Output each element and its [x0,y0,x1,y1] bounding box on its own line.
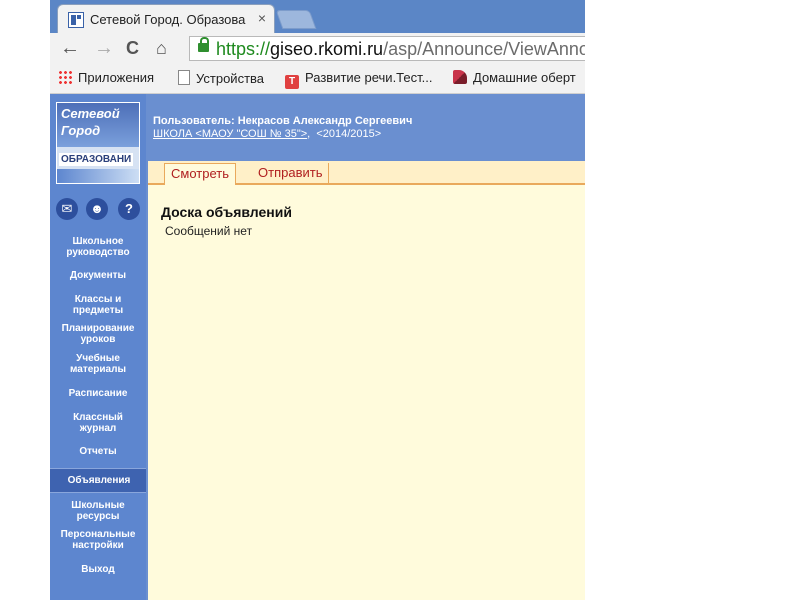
new-tab-button[interactable] [275,10,317,29]
tab-title: Сетевой Город. Образова [90,12,246,27]
sidebar: Сетевой Город ОБРАЗОВАНИ ✉ ☻ ? Школьное … [50,94,148,600]
home-button[interactable]: ⌂ [156,37,167,59]
help-icon[interactable]: ? [118,198,140,220]
sidebar-item-classes-subjects[interactable]: Классы и предметы [58,294,138,316]
lock-icon [198,37,209,52]
school-line: ШКОЛА <МАОУ "СОШ № 35">, <2014/2015> [153,128,382,140]
address-bar[interactable]: https://giseo.rkomi.ru/asp/Announce/View… [189,36,585,61]
sidebar-item-lesson-planning[interactable]: Планирование уроков [52,323,144,345]
apps-grid-icon [58,70,72,84]
tab-view[interactable]: Смотреть [164,163,236,185]
browser-toolbar: ← → C ⌂ https://giseo.rkomi.ru/asp/Annou… [50,33,585,64]
tab-strip: Сетевой Город. Образова × [50,0,585,33]
sidebar-item-reports[interactable]: Отчеты [50,446,146,457]
sidebar-item-learning-materials[interactable]: Учебные материалы [58,353,138,375]
back-button[interactable]: ← [60,37,80,59]
sidebar-divider [146,161,148,600]
sidebar-icons: ✉ ☻ ? [56,198,144,222]
sidebar-item-announcements[interactable]: Объявления [50,468,148,493]
users-icon[interactable]: ☻ [86,198,108,220]
bookmarks-bar: Приложения Устройства T Развитие речи.Тес… [50,64,585,94]
sidebar-item-schedule[interactable]: Расписание [50,388,146,399]
bookmark-speech-test[interactable]: T Развитие речи.Тест... [285,70,432,89]
sidebar-item-school-management[interactable]: Школьное руководство [54,236,142,258]
empty-message: Сообщений нет [165,224,253,238]
url-text: https://giseo.rkomi.ru/asp/Announce/View… [216,39,585,59]
shoe-icon [453,70,467,84]
content-tabs: Смотреть Отправить [148,161,585,185]
sidebar-item-school-resources[interactable]: Школьные ресурсы [58,500,138,522]
browser-tab[interactable]: Сетевой Город. Образова × [57,4,275,33]
reload-button[interactable]: C [126,37,139,59]
sidebar-item-class-journal[interactable]: Классный журнал [63,412,133,434]
bookmark-apps[interactable]: Приложения [58,70,154,85]
page-title: Доска объявлений [161,204,292,220]
sidebar-item-documents[interactable]: Документы [50,270,146,281]
user-name: Пользователь: Некрасов Александр Сергеев… [153,115,413,127]
bookmark-home-wrappers[interactable]: Домашние оберт [453,70,576,85]
logo[interactable]: Сетевой Город ОБРАЗОВАНИ [56,102,140,184]
sidebar-item-personal-settings[interactable]: Персональные настройки [51,529,145,551]
school-link[interactable]: ШКОЛА <МАОУ "СОШ № 35"> [153,128,307,140]
t-logo-icon: T [285,75,299,89]
page-content: Пользователь: Некрасов Александр Сергеев… [50,94,585,600]
close-tab-icon[interactable]: × [258,10,266,26]
sidebar-item-logout[interactable]: Выход [50,564,146,575]
mail-icon[interactable]: ✉ [56,198,78,220]
bookmark-devices[interactable]: Устройства [178,70,264,86]
page-icon [178,70,190,85]
tab-send[interactable]: Отправить [252,163,330,185]
school-year: <2014/2015> [316,128,382,140]
browser-window: Сетевой Город. Образова × ← → C ⌂ https:… [50,0,585,600]
forward-button[interactable]: → [94,37,114,59]
site-favicon-icon [68,12,84,28]
